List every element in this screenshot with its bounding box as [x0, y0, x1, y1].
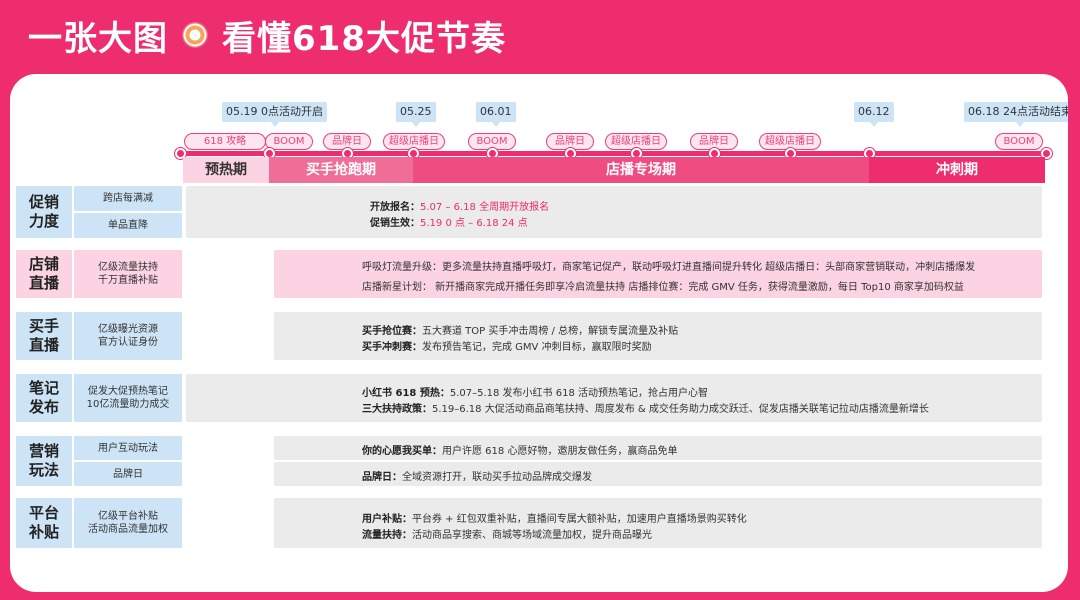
row-sub-label: 亿级平台补贴 活动商品流量加权	[74, 498, 182, 548]
row-subsidy: 平台 补贴 亿级平台补贴 活动商品流量加权 用户补贴：平台券 + 红包双重补贴，…	[16, 498, 1046, 548]
row-line: 流量扶持：活动商品享搜索、商城等场域流量加权，提升商品曝光	[362, 530, 652, 541]
content-box-empty	[186, 250, 272, 298]
milestone-tag: BOOM	[995, 133, 1043, 150]
row-sub-label: 促发大促预热笔记 10亿流量助力成交	[74, 374, 182, 422]
row-line: 促销生效：5.19 0 点 – 6.18 24 点	[370, 218, 528, 229]
row-line: 你的心愿我买单：用户许愿 618 心愿好物，邀朋友做任务，赢商品免单	[362, 446, 678, 457]
row-sub-label: 用户互动玩法	[74, 436, 182, 460]
phase-preheat: 预热期	[183, 157, 269, 183]
row-notes: 笔记 发布 促发大促预热笔记 10亿流量助力成交 小红书 618 预热：5.07…	[16, 374, 1046, 422]
row-sub-label: 单品直降	[74, 213, 182, 238]
date-callout: 06.01	[476, 102, 516, 127]
content-card: 05.19 0点活动开启 05.25 06.01 06.12 06.18 24点…	[10, 74, 1068, 592]
milestone-tag: BOOM	[265, 133, 313, 150]
page-header: 一张大图 看懂618大促节奏	[28, 10, 506, 60]
row-sub-label: 亿级曝光资源 官方认证身份	[74, 312, 182, 360]
date-callout-end: 06.18 24点活动结束	[964, 102, 1068, 127]
row-title: 买手 直播	[16, 312, 72, 360]
row-line: 品牌日：全域资源打开，联动买手拉动品牌成交爆发	[362, 472, 592, 483]
row-title: 促销 力度	[16, 186, 72, 238]
row-sub-label: 品牌日	[74, 462, 182, 486]
phase-buyer-rush: 买手抢跑期	[269, 157, 413, 183]
row-buyer-live: 买手 直播 亿级曝光资源 官方认证身份 买手抢位赛：五大赛道 TOP 买手冲击周…	[16, 312, 1046, 360]
row-title: 店铺 直播	[16, 250, 72, 298]
row-title: 营销 玩法	[16, 436, 72, 486]
phase-store-live: 店播专场期	[413, 157, 869, 183]
row-title: 平台 补贴	[16, 498, 72, 548]
date-callout-start: 05.19 0点活动开启	[222, 102, 327, 127]
title-right: 看懂618大促节奏	[222, 18, 506, 59]
row-sub-label: 亿级流量扶持 千万直播补贴	[74, 250, 182, 298]
row-promotion: 促销 力度 跨店每满减 单品直降 开放报名：5.07 – 6.18 全周期开放报…	[16, 186, 1046, 238]
timeline-line	[180, 151, 1048, 156]
date-callout: 06.12	[854, 102, 894, 127]
date-callout: 05.25	[396, 102, 436, 127]
row-marketing: 营销 玩法 用户互动玩法 品牌日 你的心愿我买单：用户许愿 618 心愿好物，邀…	[16, 436, 1046, 486]
row-store-live: 店铺 直播 亿级流量扶持 千万直播补贴 呼吸灯流量升级：更多流量扶持直播呼吸灯，…	[16, 250, 1046, 298]
milestone-tag: 618 攻略	[184, 133, 266, 150]
row-line: 买手抢位赛：五大赛道 TOP 买手冲击周榜 / 总榜，解锁专属流量及补贴	[362, 326, 679, 337]
row-title: 笔记 发布	[16, 374, 72, 422]
row-line: 小红书 618 预热：5.07–5.18 发布小红书 618 活动预热笔记，抢占…	[362, 388, 708, 399]
row-line: 买手冲刺赛：发布预告笔记，完成 GMV 冲刺目标，赢取限时奖励	[362, 342, 652, 353]
row-line: 呼吸灯流量升级：更多流量扶持直播呼吸灯，商家笔记促产，联动呼吸灯进直播间提升转化…	[362, 262, 976, 273]
row-line: 用户补贴：平台券 + 红包双重补贴，直播间专属大额补贴，加速用户直播场景购买转化	[362, 514, 747, 525]
phase-sprint: 冲刺期	[869, 157, 1045, 183]
row-sub-label: 跨店每满减	[74, 186, 182, 211]
row-line: 店播新星计划： 新开播商家完成开播任务即享冷启流量扶持 店播排位赛：完成 GMV…	[362, 282, 964, 293]
content-box	[186, 186, 1042, 238]
row-line: 开放报名：5.07 – 6.18 全周期开放报名	[370, 202, 550, 213]
title-left: 一张大图	[28, 18, 168, 59]
row-line: 三大扶持政策：5.19–6.18 大促活动商品商笔扶持、周度发布 & 成交任务助…	[362, 404, 929, 415]
ring-icon	[182, 22, 208, 48]
